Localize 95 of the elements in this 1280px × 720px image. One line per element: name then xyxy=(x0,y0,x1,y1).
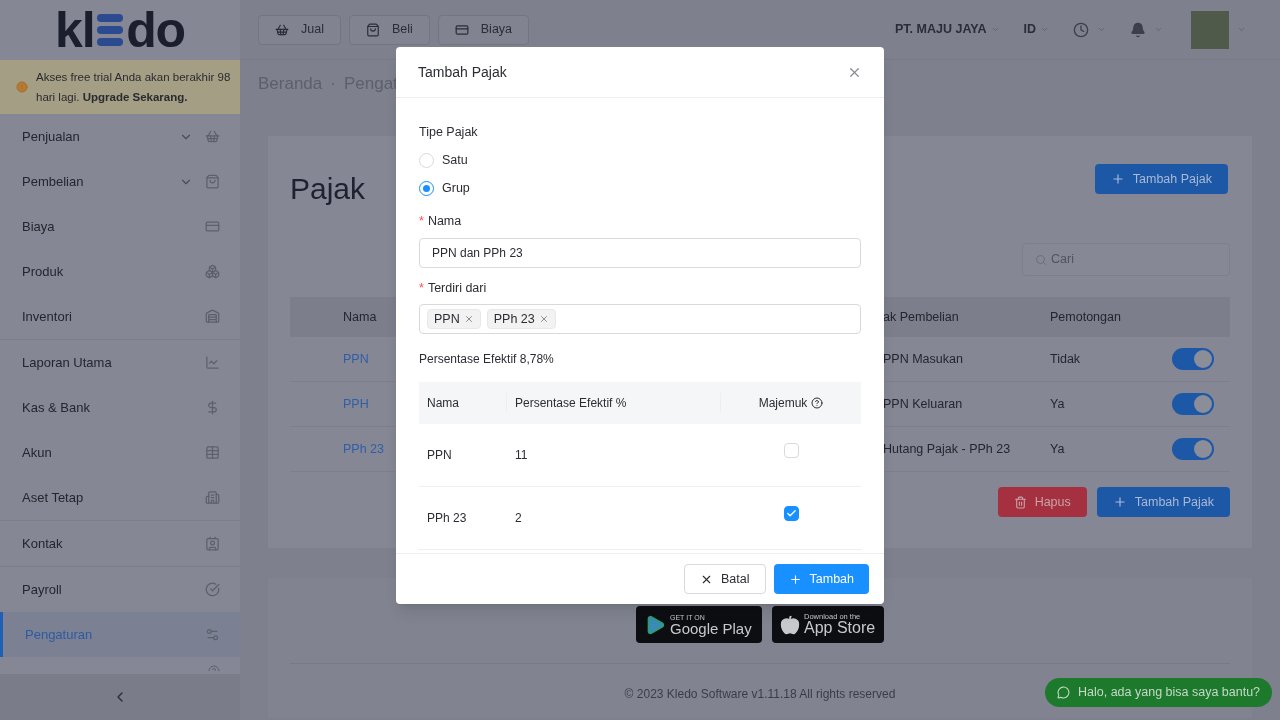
plus-icon xyxy=(788,572,802,586)
caret-icon xyxy=(1237,25,1246,34)
add-tax-button[interactable]: Tambah Pajak xyxy=(1094,164,1228,194)
apple-icon xyxy=(780,614,800,635)
quick-action-icon xyxy=(454,22,469,37)
menu-icon xyxy=(205,174,220,189)
sidebar-item[interactable]: Akun xyxy=(0,430,240,475)
required-mark: * xyxy=(419,212,424,230)
table-cell: PPN Masukan xyxy=(883,351,963,366)
delete-button[interactable]: Hapus xyxy=(997,487,1087,517)
remove-icon[interactable] xyxy=(538,314,549,325)
selected-tag[interactable]: PPN xyxy=(427,309,481,330)
table-cell: PPh 23 xyxy=(427,511,467,526)
menu-icon xyxy=(205,219,220,234)
menu-icon xyxy=(205,309,220,324)
toggle-switch[interactable] xyxy=(1172,348,1214,370)
quick-action-icon xyxy=(365,22,380,37)
clock-icon[interactable] xyxy=(1073,21,1089,38)
quick-action-button[interactable]: Biaya xyxy=(437,14,530,45)
chat-button[interactable]: Halo, ada yang bisa saya bantu? xyxy=(1045,678,1273,707)
sidebar-item[interactable]: Pembelian xyxy=(0,159,240,204)
sidebar-item[interactable]: Aset Tetap xyxy=(0,475,240,520)
checkbox[interactable] xyxy=(783,505,799,521)
plus-icon xyxy=(1110,172,1125,186)
sidebar-item[interactable]: Inventori xyxy=(0,294,240,339)
menu-icon xyxy=(205,129,220,144)
table-cell: Tidak xyxy=(1050,351,1081,366)
cancel-button[interactable]: Batal xyxy=(684,564,766,594)
page-title: Pajak xyxy=(290,171,366,207)
name-input-field[interactable]: PPN dan PPh 23 xyxy=(419,237,861,268)
remove-icon[interactable] xyxy=(463,314,474,325)
column-header: Majemuk xyxy=(758,395,808,413)
radio-label[interactable]: Grup xyxy=(442,179,470,199)
toggle-switch[interactable] xyxy=(1172,393,1214,415)
sidebar-item[interactable]: Laporan Utama xyxy=(0,340,240,385)
avatar-placeholder[interactable] xyxy=(1191,10,1229,49)
menu-icon xyxy=(205,264,220,279)
tax-select-field[interactable]: PPN PPh 23 xyxy=(419,304,861,335)
field-label: Tipe Pajak xyxy=(419,124,479,141)
table-cell: Ya xyxy=(1050,396,1065,411)
table-cell: Hutang Pajak - PPh 23 xyxy=(883,441,1011,456)
search-icon xyxy=(1035,253,1047,266)
sidebar-item[interactable]: Penjualan xyxy=(0,114,240,159)
quick-action-button[interactable]: Beli xyxy=(348,14,430,45)
table-cell: 2 xyxy=(515,511,522,526)
table-cell: PPN Keluaran xyxy=(883,396,963,411)
quick-action-button[interactable]: Jual xyxy=(258,14,341,45)
caret-icon xyxy=(1097,25,1106,34)
plus-icon xyxy=(1112,495,1127,509)
breadcrumb-separator: · xyxy=(330,73,336,96)
sidebar-item[interactable]: Payroll xyxy=(0,567,240,612)
language-selector[interactable]: ID xyxy=(1023,20,1036,39)
sidebar-item[interactable]: Kontak xyxy=(0,521,240,566)
menu-icon xyxy=(205,536,220,551)
table-cell: 11 xyxy=(515,448,528,463)
radio-label[interactable]: Satu xyxy=(442,151,468,171)
menu-icon xyxy=(205,582,220,597)
column-header: Persentase Efektif % xyxy=(515,395,627,413)
selected-tag[interactable]: PPh 23 xyxy=(486,309,556,330)
table-cell: PPN xyxy=(427,448,452,463)
quick-action-icon xyxy=(275,22,289,37)
menu-icon xyxy=(205,400,220,415)
column-header: Nama xyxy=(427,395,459,413)
effective-percentage-text: Persentase Efektif 8,78% xyxy=(419,351,555,369)
help-icon xyxy=(811,397,824,410)
column-header: Pemotongan xyxy=(1050,309,1121,324)
bell-icon[interactable] xyxy=(1130,21,1146,38)
chat-icon xyxy=(1057,686,1070,699)
menu-icon xyxy=(205,490,220,505)
check-icon xyxy=(785,507,797,519)
kledo-logo: kl do xyxy=(55,5,185,55)
caret-icon xyxy=(990,25,1000,34)
field-label: Nama xyxy=(427,212,462,230)
dialog-title: Tambah Pajak xyxy=(418,62,507,82)
column-header: ak Pembelian xyxy=(883,309,959,324)
submit-button[interactable]: Tambah xyxy=(773,564,869,594)
menu-icon xyxy=(205,355,220,370)
trash-icon xyxy=(1013,495,1027,509)
company-selector[interactable]: PT. MAJU JAYA xyxy=(895,20,987,39)
menu-icon xyxy=(205,445,220,460)
trial-banner: Akses free trial Anda akan berakhir 98 hari lagi. Upgrade Sekarang. xyxy=(0,60,240,114)
toggle-switch[interactable] xyxy=(1172,438,1214,460)
sidebar-item[interactable]: Produk xyxy=(0,249,240,294)
sidebar-item[interactable]: Biaya xyxy=(0,204,240,249)
menu-icon xyxy=(205,627,220,642)
field-label: Terdiri dari xyxy=(427,279,487,297)
table-cell: Ya xyxy=(1050,441,1065,456)
caret-icon xyxy=(1154,25,1163,34)
add-tax-button[interactable]: Tambah Pajak xyxy=(1096,487,1230,517)
required-mark: * xyxy=(419,279,424,297)
caret-icon xyxy=(1040,25,1049,34)
copyright-text: © 2023 Kledo Software v1.11.18 All rights reserved xyxy=(624,686,896,703)
sidebar-item[interactable]: Kas & Bank xyxy=(0,385,240,430)
column-header: Nama xyxy=(343,309,377,324)
warning-icon xyxy=(16,81,28,93)
